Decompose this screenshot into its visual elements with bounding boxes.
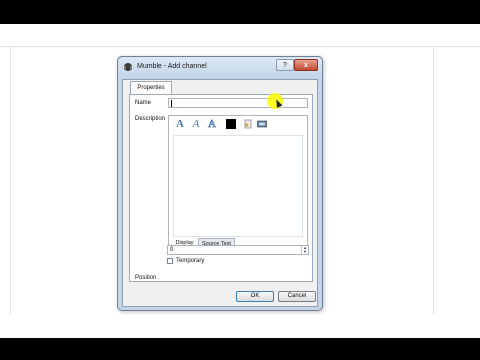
position-label: Position [135,275,157,281]
help-button[interactable]: ? [276,59,294,71]
temporary-checkbox[interactable] [167,258,173,264]
name-label: Name [135,100,152,106]
text-caret [171,100,172,107]
spin-arrows-icon[interactable]: ▲ ▼ [301,246,308,254]
background-line [0,46,480,47]
ok-button[interactable]: OK [236,291,274,302]
description-text-area[interactable] [173,135,303,237]
editor-toolbar: A A A [169,116,307,133]
insert-link-icon[interactable] [243,119,253,129]
description-editor: A A A Display Source Text [168,115,308,249]
color-swatch-icon[interactable] [226,119,236,129]
description-label: Description [135,116,166,122]
insert-image-icon[interactable] [257,119,267,129]
title-bar[interactable]: Mumble - Add channel ? x [118,57,322,79]
mumble-app-icon [124,63,132,71]
bold-a-icon[interactable]: A [174,118,186,131]
video-letterbox-bottom [0,338,480,360]
video-letterbox-top [0,0,480,24]
position-value: 0 [170,247,174,253]
name-input[interactable] [168,93,308,109]
close-button[interactable]: x [294,59,318,71]
outline-a-icon[interactable]: A [206,118,218,131]
italic-a-icon[interactable]: A [190,118,202,131]
dialog-body: Properties Name Description A A A Displa… [122,79,318,307]
add-channel-dialog: Mumble - Add channel ? x Properties Name… [117,56,323,311]
temporary-label: Temporary [176,258,205,264]
background-line [10,46,11,314]
position-spinbox[interactable]: 0 ▲ ▼ [167,245,309,255]
background-line [433,46,434,314]
cancel-button[interactable]: Cancel [278,291,316,302]
window-title: Mumble - Add channel [137,63,207,70]
tab-properties[interactable]: Properties [130,81,172,94]
spin-down-icon[interactable]: ▼ [302,250,308,254]
